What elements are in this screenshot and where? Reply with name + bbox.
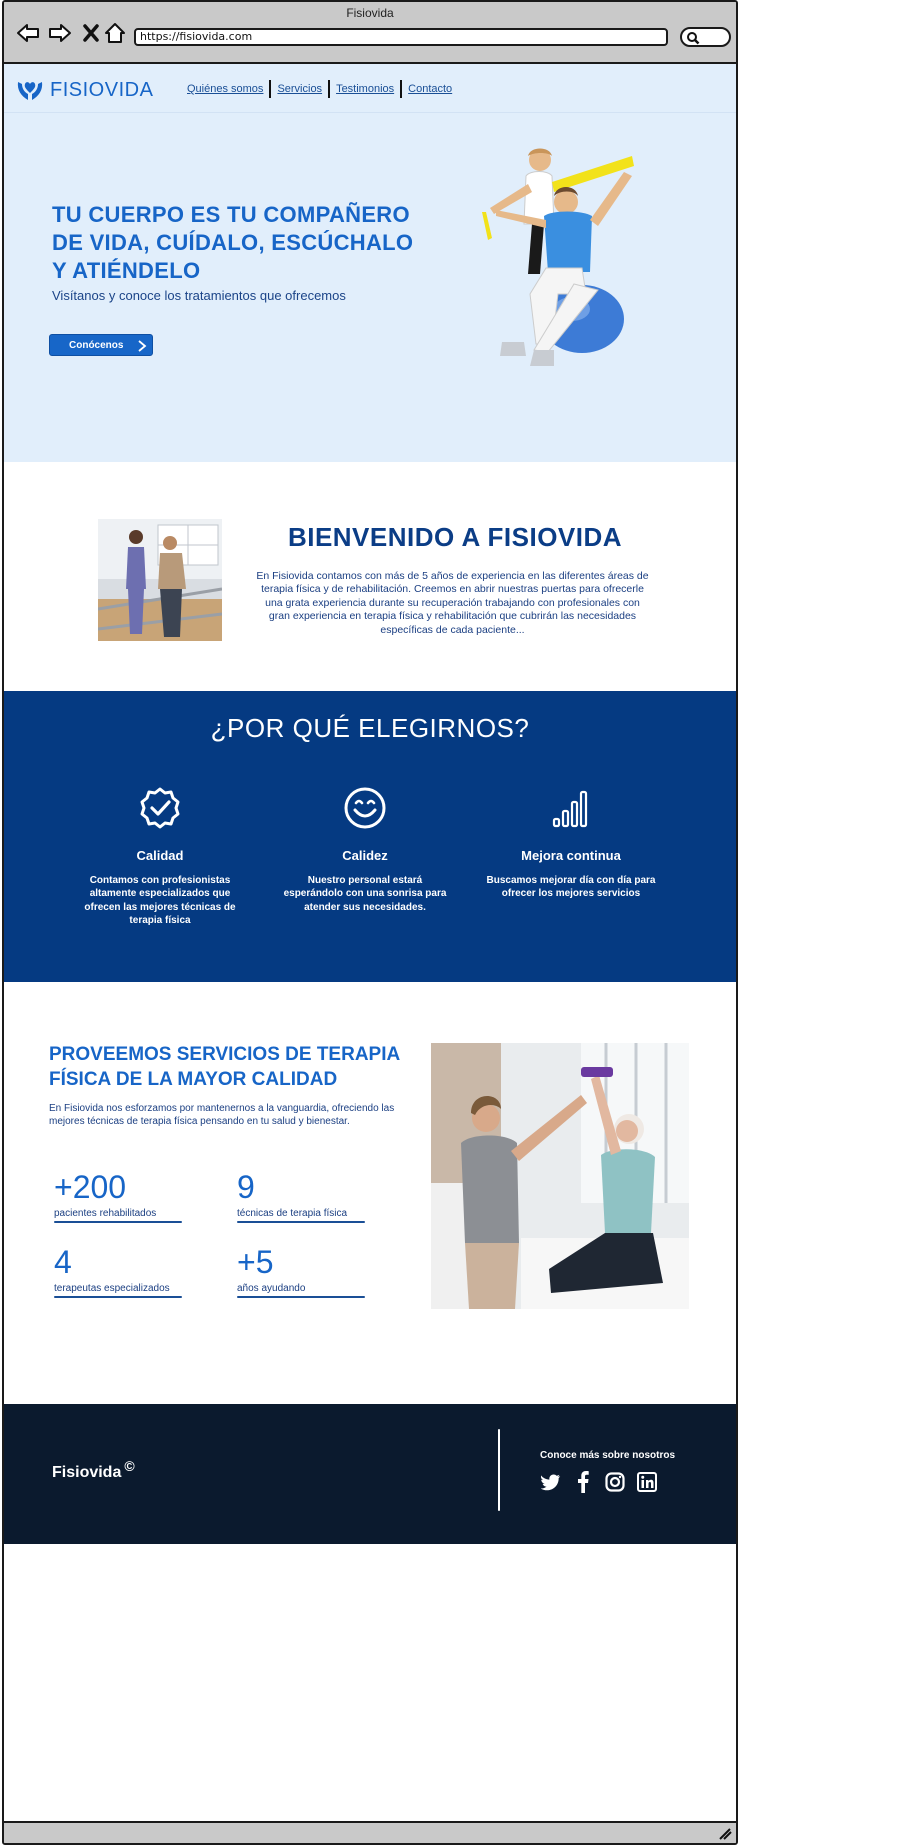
footer-divider <box>498 1429 500 1511</box>
stat-pacientes: +200 pacientes rehabilitados <box>54 1170 194 1223</box>
why-choose-us-section: ¿POR QUÉ ELEGIRNOS? Calidad Contamos con… <box>4 691 736 982</box>
footer-brand-name: Fisiovida <box>52 1464 122 1481</box>
stat-underline <box>54 1296 182 1298</box>
browser-statusbar <box>4 1821 736 1843</box>
smile-icon <box>344 787 386 829</box>
header-divider <box>4 112 736 113</box>
nav-link-contacto[interactable]: Contacto <box>402 83 458 95</box>
nav-link-testimonios[interactable]: Testimonios <box>330 83 400 95</box>
back-button[interactable] <box>15 21 41 45</box>
feature-name: Calidez <box>342 848 388 863</box>
forward-arrow-icon <box>49 24 71 42</box>
social-links <box>541 1471 657 1493</box>
forward-button[interactable] <box>47 21 73 45</box>
stop-button[interactable] <box>78 21 104 45</box>
site-logo[interactable]: FISIOVIDA <box>16 78 153 102</box>
welcome-title: BIENVENIDO A FISIOVIDA <box>287 522 623 552</box>
why-title: ¿POR QUÉ ELEGIRNOS? <box>210 713 530 743</box>
signal-bars-icon <box>552 790 588 828</box>
welcome-rehab-image <box>98 519 222 641</box>
hero-therapy-image <box>482 148 634 366</box>
instagram-icon <box>605 1472 625 1492</box>
browser-search-box[interactable] <box>680 27 731 47</box>
hero-subtitle: Visítanos y conoce los tratamientos que … <box>52 288 346 303</box>
feature-calidez: Calidez Nuestro personal estará esperánd… <box>280 786 450 914</box>
home-button[interactable] <box>102 21 128 45</box>
stat-underline <box>54 1221 182 1223</box>
feature-name: Calidad <box>136 848 184 863</box>
resize-grip-icon[interactable] <box>718 1828 732 1840</box>
facebook-link[interactable] <box>573 1471 593 1493</box>
footer-brand: Fisiovida © <box>52 1458 135 1482</box>
hero-section: FISIOVIDA Quiénes somos Servicios Testim… <box>4 64 736 462</box>
feature-description: Nuestro personal estará esperándolo con … <box>283 875 447 913</box>
browser-titlebar: Fisiovida https://fisiovida.com <box>4 2 736 64</box>
hero-title: TU CUERPO ES TU COMPAÑERO DE VIDA, CUÍDA… <box>52 202 414 283</box>
stat-anos: +5 años ayudando <box>237 1245 377 1298</box>
feature-calidad: Calidad Contamos con profesionistas alta… <box>75 786 245 928</box>
browser-window: Fisiovida https://fisiovida.com FISIOVID… <box>2 0 738 1845</box>
copyright-symbol: © <box>124 1458 135 1474</box>
url-bar[interactable]: https://fisiovida.com <box>134 28 668 46</box>
services-therapy-image <box>431 1043 689 1309</box>
main-nav: Quiénes somos Servicios Testimonios Cont… <box>181 80 458 98</box>
stat-terapeutas: 4 terapeutas especializados <box>54 1245 194 1298</box>
feature-description: Contamos con profesionistas altamente es… <box>84 875 236 927</box>
stat-number: +5 <box>237 1244 274 1280</box>
stat-label: pacientes rehabilitados <box>54 1208 157 1219</box>
linkedin-link[interactable] <box>637 1472 657 1492</box>
facebook-icon <box>578 1471 589 1493</box>
stat-underline <box>237 1221 365 1223</box>
site-footer: Fisiovida © Conoce más sobre nosotros <box>4 1404 736 1544</box>
search-icon <box>687 32 700 45</box>
footer-caption: Conoce más sobre nosotros <box>540 1450 676 1461</box>
conocenos-button[interactable]: Conócenos <box>49 334 153 356</box>
home-icon <box>105 23 125 43</box>
instagram-link[interactable] <box>605 1472 625 1492</box>
feature-name: Mejora continua <box>521 848 621 863</box>
stat-number: 4 <box>54 1244 72 1280</box>
cta-label: Conócenos <box>69 339 124 351</box>
twitter-icon <box>541 1474 561 1491</box>
hands-heart-logo-icon <box>17 82 43 100</box>
chevron-right-icon <box>138 340 147 352</box>
stat-number: +200 <box>54 1169 127 1205</box>
welcome-text: En Fisiovida contamos con más de 5 años … <box>256 570 649 636</box>
twitter-link[interactable] <box>541 1472 561 1492</box>
stat-label: años ayudando <box>237 1283 306 1294</box>
brand-name: FISIOVIDA <box>50 78 154 101</box>
stat-underline <box>237 1296 365 1298</box>
stat-label: terapeutas especializados <box>54 1283 170 1294</box>
stat-tecnicas: 9 técnicas de terapia física <box>237 1170 377 1223</box>
feature-mejora-continua: Mejora continua Buscamos mejorar día con… <box>486 786 656 901</box>
linkedin-icon <box>637 1472 657 1492</box>
close-icon <box>83 24 99 42</box>
window-title: Fisiovida <box>346 6 394 20</box>
badge-check-icon <box>140 787 180 829</box>
services-text: En Fisiovida nos esforzamos por mantener… <box>49 1103 395 1127</box>
feature-description: Buscamos mejorar día con día para ofrece… <box>486 875 656 900</box>
back-arrow-icon <box>17 24 39 42</box>
nav-link-servicios[interactable]: Servicios <box>271 83 328 95</box>
stat-number: 9 <box>237 1169 255 1205</box>
services-title: PROVEEMOS SERVICIOS DE TERAPIA FÍSICA DE… <box>49 1044 400 1090</box>
stat-label: técnicas de terapia física <box>237 1208 348 1219</box>
nav-link-quienes-somos[interactable]: Quiénes somos <box>181 83 269 95</box>
